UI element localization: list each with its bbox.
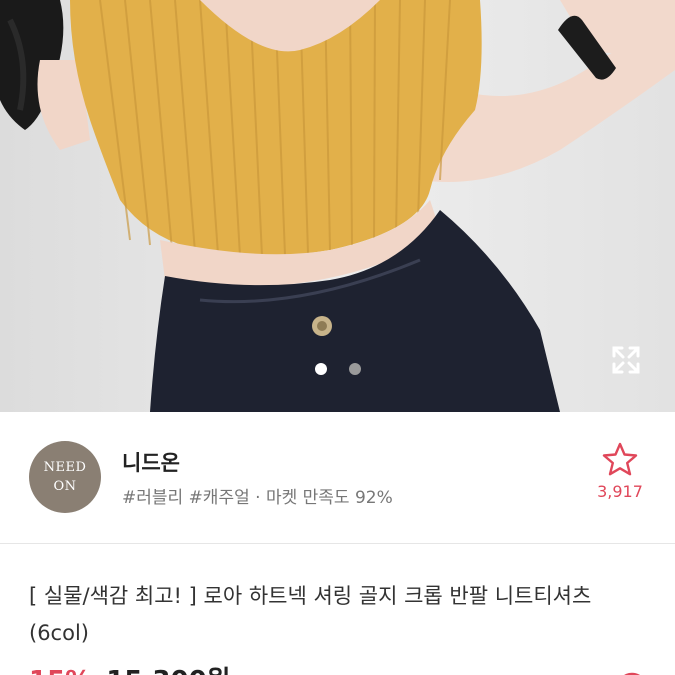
carousel-dot-active[interactable] (315, 363, 327, 375)
product-image-carousel[interactable] (0, 0, 675, 412)
price-row: 15% 15,300원 (29, 660, 669, 675)
shop-info: NEED ON 니드온 #러블리 #캐주얼 · 마켓 만족도 92% 3,917 (0, 412, 675, 544)
star-outline-icon (602, 442, 638, 476)
shop-logo-line1: NEED (43, 460, 87, 475)
shop-tags: #러블리 #캐주얼 · 마켓 만족도 92% (122, 488, 393, 508)
expand-icon[interactable] (606, 340, 646, 380)
divider (0, 543, 675, 544)
favorite-button[interactable]: 3,917 (588, 442, 652, 512)
shop-logo-line2: ON (53, 479, 77, 494)
discount-rate: 15% (29, 666, 91, 675)
shop-name[interactable]: 니드온 (122, 447, 180, 477)
carousel-indicator (315, 363, 361, 375)
favorite-count: 3,917 (597, 482, 643, 501)
sale-price: 15,300원 (106, 666, 230, 675)
product-title: [ 실물/색감 최고! ] 로아 하트넥 셔링 골지 크롭 반팔 니트티셔츠 (… (29, 584, 592, 645)
product-photo (0, 0, 675, 412)
info-icon[interactable] (612, 668, 652, 675)
carousel-dot[interactable] (349, 363, 361, 375)
shop-logo[interactable]: NEED ON (29, 441, 101, 513)
